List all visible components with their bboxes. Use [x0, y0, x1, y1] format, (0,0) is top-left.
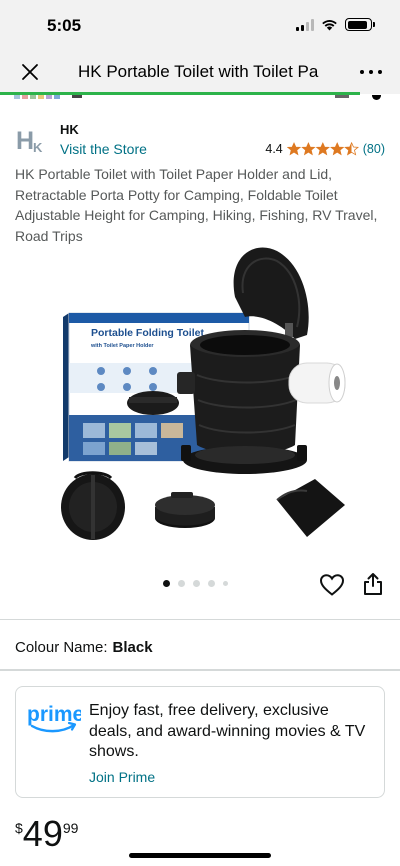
close-icon[interactable]	[18, 60, 42, 84]
colour-value: Black	[112, 639, 153, 656]
home-indicator[interactable]	[129, 853, 271, 858]
pagination-dot[interactable]	[208, 580, 215, 587]
pagination-dot[interactable]	[163, 580, 170, 587]
price-fraction: 99	[62, 820, 79, 836]
prime-promo-card[interactable]: prime Enjoy fast, free delivery, exclusi…	[15, 686, 385, 798]
accessories-image	[61, 471, 345, 540]
cut-off-content	[0, 95, 400, 105]
more-options-icon[interactable]	[360, 61, 382, 83]
status-time: 5:05	[47, 16, 82, 35]
colour-selection: Colour Name: Black	[15, 639, 153, 656]
wifi-icon	[322, 19, 337, 30]
brand-logo[interactable]: H K	[15, 125, 49, 155]
svg-text:K: K	[33, 140, 43, 155]
product-title: HK Portable Toilet with Toilet Paper Hol…	[15, 166, 378, 244]
share-icon[interactable]	[362, 572, 384, 596]
rating-summary[interactable]: 4.4 (80)	[265, 142, 385, 156]
prime-logo: prime	[27, 703, 81, 733]
box-title: Portable Folding Toilet	[91, 327, 204, 339]
product-image[interactable]: Portable Folding Toilet with Toilet Pape…	[45, 235, 355, 555]
prime-message: Enjoy fast, free delivery, exclusive dea…	[89, 702, 366, 760]
nav-bar: HK Portable Toilet with Toilet Pa	[0, 50, 400, 94]
pagination-dot[interactable]	[223, 581, 228, 586]
divider	[0, 619, 400, 620]
visit-store-link[interactable]: Visit the Store	[60, 141, 147, 157]
portable-toilet-image	[177, 247, 346, 474]
pagination-dot[interactable]	[178, 580, 185, 587]
box-subtitle: with Toilet Paper Holder	[90, 343, 154, 349]
price: $ 49 99	[15, 816, 78, 852]
brand-name: HK	[60, 122, 79, 137]
status-icons	[296, 18, 375, 31]
join-prime-link[interactable]: Join Prime	[89, 769, 155, 785]
price-whole: 49	[22, 813, 63, 854]
price-currency: $	[15, 820, 23, 836]
signal-icon	[296, 18, 314, 31]
colour-label: Colour Name:	[15, 639, 108, 656]
heart-icon[interactable]	[319, 573, 345, 597]
svg-text:H: H	[16, 127, 34, 155]
review-count[interactable]: (80)	[363, 142, 385, 156]
rating-value: 4.4	[265, 142, 283, 156]
pagination-dot[interactable]	[193, 580, 200, 587]
divider	[0, 669, 400, 671]
nav-title: HK Portable Toilet with Toilet Pa	[78, 62, 319, 81]
star-rating-icon	[286, 142, 359, 156]
svg-text:prime: prime	[27, 703, 81, 726]
battery-icon	[345, 18, 375, 31]
status-bar: 5:05	[0, 0, 400, 50]
image-pagination[interactable]	[163, 580, 228, 587]
